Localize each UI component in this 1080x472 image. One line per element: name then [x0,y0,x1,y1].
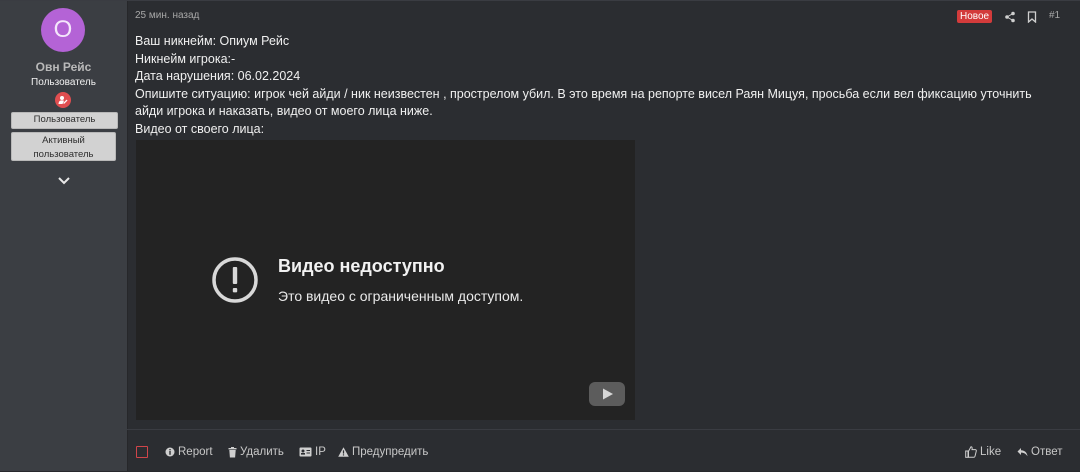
trash-icon [228,446,237,457]
username-link[interactable]: Овн Рейс [0,60,127,74]
post-body: Ваш никнейм: Опиум Рейс Никнейм игрока:-… [135,33,1055,139]
like-button[interactable]: Like [965,446,1001,458]
ip-button[interactable]: IP [299,446,326,458]
delete-label: Удалить [240,446,284,458]
video-unavailable-message: Это видео с ограниченным доступом. [278,288,524,304]
ip-label: IP [315,446,326,458]
avatar[interactable]: O [41,8,85,52]
user-edit-icon [55,92,71,108]
post-timestamp[interactable]: 25 мин. назад [135,10,199,21]
select-post-checkbox[interactable] [136,446,148,458]
post-main: 25 мин. назад Новое #1 Ваш никнейм: Опиу… [127,1,1080,471]
forum-post: O Овн Рейс Пользователь Пользователь Акт… [0,0,1080,471]
reply-arrow-icon [1017,448,1028,457]
post-number-link[interactable]: #1 [1049,10,1060,21]
delete-button[interactable]: Удалить [228,446,284,458]
thumbs-up-icon [965,446,977,458]
post-line: Опишите ситуацию: игрок чей айди / ник н… [135,86,1032,101]
post-line: Ваш никнейм: Опиум Рейс [135,34,290,48]
reply-button[interactable]: Ответ [1017,446,1062,458]
report-button[interactable]: Report [165,446,213,458]
user-sidebar: O Овн Рейс Пользователь Пользователь Акт… [0,1,128,471]
report-label: Report [178,446,213,458]
embedded-video[interactable]: Видео недоступно Это видео с ограниченны… [136,140,635,420]
like-label: Like [980,446,1002,458]
post-line: Никнейм игрока:- [135,51,236,66]
post-line: Дата нарушения: 06.02.2024 [135,69,301,84]
warn-button[interactable]: Предупредить [338,446,428,458]
share-icon[interactable] [1004,10,1016,28]
post-actions-bar: Report Удалить IP Предупредить Like Отве… [127,429,1080,472]
post-line: айди игрока и наказать, видео от моего л… [135,104,433,119]
post-line: Видео от своего лица: [135,121,265,136]
user-banner-member: Пользователь [11,112,118,129]
warn-label: Предупредить [352,446,429,458]
user-title: Пользователь [31,77,96,88]
video-unavailable-title: Видео недоступно [278,256,445,276]
new-badge: Новое [957,10,993,23]
info-circle-icon [165,447,175,457]
reply-label: Ответ [1031,446,1063,458]
bookmark-icon[interactable] [1027,10,1037,28]
id-card-icon [299,447,312,457]
warning-triangle-icon [338,447,349,457]
user-banner-active: Активный пользователь [11,132,116,161]
chevron-down-icon[interactable] [56,174,72,186]
youtube-logo-icon[interactable] [588,381,626,412]
alert-circle-icon [211,256,259,309]
